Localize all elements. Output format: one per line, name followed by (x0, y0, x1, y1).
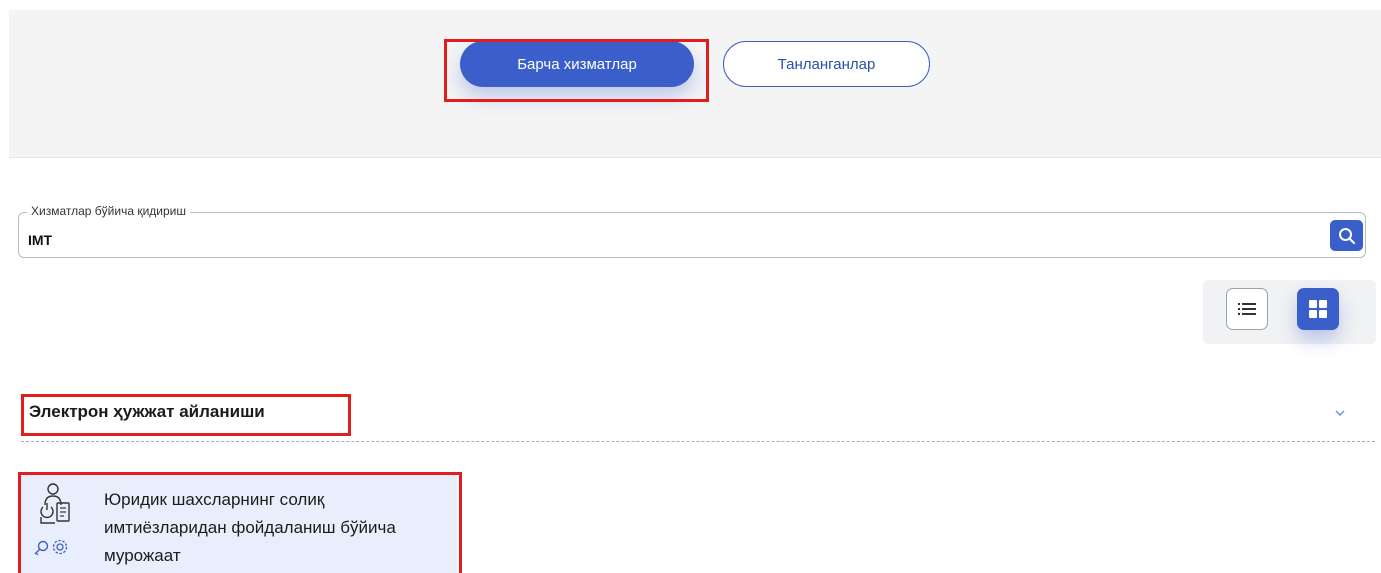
tab-favorites-label: Танланганлар (777, 55, 876, 73)
search-field: Хизматлар бўйича қидириш (18, 204, 1366, 258)
tabs-panel: Барча хизматлар Танланганлар (9, 10, 1381, 158)
section-divider (21, 441, 1375, 442)
chevron-down-icon[interactable] (1330, 405, 1350, 421)
tab-favorites[interactable]: Танланганлар (723, 41, 930, 87)
tab-all-services-label: Барча хизматлар (517, 55, 637, 73)
grid-view-button[interactable] (1297, 288, 1339, 330)
search-input[interactable] (28, 232, 1308, 248)
tab-all-services[interactable]: Барча хизматлар (460, 41, 694, 87)
search-button[interactable] (1330, 220, 1363, 251)
view-toggle (1203, 280, 1376, 344)
page: Барча хизматлар Танланганлар Хизматлар б… (0, 0, 1381, 573)
search-label: Хизматлар бўйича қидириш (27, 204, 190, 218)
legal-entity-service-icon (34, 483, 70, 556)
list-view-button[interactable] (1226, 288, 1268, 330)
section-title: Электрон ҳужжат айланиши (29, 402, 265, 421)
grid-view-icon (1309, 300, 1327, 318)
list-view-icon (1238, 303, 1256, 315)
service-title: Юридик шахсларнинг солиқ имтиёзларидан ф… (104, 490, 396, 565)
search-icon (1338, 227, 1355, 244)
